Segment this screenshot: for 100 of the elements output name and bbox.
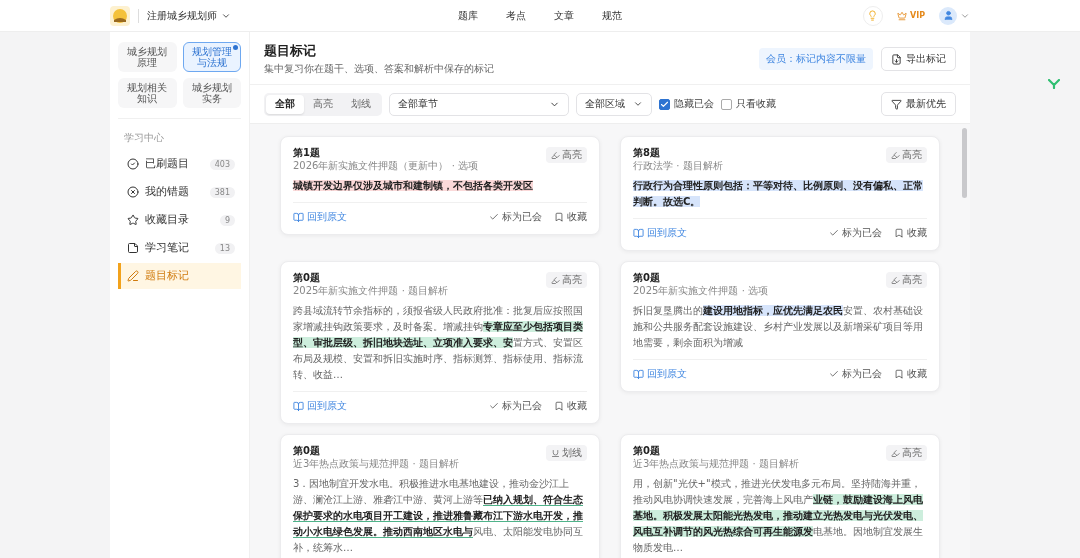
check-icon	[829, 369, 839, 379]
checkbox-label: 只看收藏	[736, 97, 776, 111]
source-link[interactable]: 回到原文	[633, 367, 687, 381]
nav-link[interactable]: 考点	[506, 8, 526, 23]
question-number: 第0题	[293, 272, 321, 284]
note-icon	[127, 242, 139, 254]
tips-button[interactable]	[862, 5, 883, 26]
nav-link[interactable]: 题库	[458, 8, 478, 23]
scrollbar[interactable]	[962, 128, 967, 198]
mark-known-button[interactable]: 标为已会	[829, 226, 882, 240]
user-icon	[942, 10, 954, 21]
sidebar-item[interactable]: 我的错题 381	[118, 179, 241, 205]
floating-icon[interactable]	[1048, 79, 1060, 89]
filter-tab[interactable]: 全部	[266, 94, 304, 114]
marked-text: 城镇开发边界仅涉及城市和建制镇，不包括各类开发区	[293, 179, 534, 193]
question-number: 第0题	[633, 445, 661, 457]
check-icon	[489, 401, 499, 411]
question-number: 第1题	[293, 147, 321, 159]
highlighter-icon	[891, 275, 900, 285]
check-icon	[489, 212, 499, 222]
favorite-button[interactable]: 收藏	[554, 399, 587, 413]
source-link[interactable]: 回到原文	[293, 399, 347, 413]
mark-type-tag: 高亮	[886, 272, 927, 288]
book-icon	[633, 227, 644, 239]
pen-icon	[127, 270, 139, 282]
sidebar-item[interactable]: 已刷题目 403	[118, 151, 241, 177]
chapter-select[interactable]: 全部章节	[389, 92, 569, 116]
filter-tab[interactable]: 高亮	[304, 94, 342, 114]
marked-text: 行政行为合理性原则包括：平等对待、比例原则、没有偏私、正常判断。故选C。	[633, 179, 924, 209]
sidebar-item[interactable]: 收藏目录 9	[118, 207, 241, 233]
mark-type-tag: 高亮	[886, 147, 927, 163]
count-badge: 9	[219, 214, 235, 226]
favorite-button[interactable]: 收藏	[894, 226, 927, 240]
mark-known-button[interactable]: 标为已会	[489, 399, 542, 413]
marked-text: 拆旧复垦腾出的建设用地指标，应优先满足农民安置、农村基础设施和公共服务配套设施建设、乡村产业发展以及新增采矿项目等用地需要，剩余面积为增减	[633, 304, 924, 350]
bookmark-icon	[554, 212, 564, 222]
checkbox-label: 隐藏已会	[674, 97, 714, 111]
question-number: 第8题	[633, 147, 661, 159]
question-source: 近3年热点政策与规范押题 · 题目解析	[293, 457, 459, 470]
bookmark-icon	[554, 401, 564, 411]
mark-known-button[interactable]: 标为已会	[829, 367, 882, 381]
marked-text: 用，创新"光伏+"模式，推进光伏发电多元布局。坚持陆海并重，推动风电协调快速发展，完善海上风电产业链，鼓励建设海上风电基地。积极发展太阳能光热发电，推动建立光热发电与光伏发电、风电互补调节的风光热综合可再生能源发电基地。因地制宜发展生物质发电…	[633, 477, 924, 555]
filter-tab[interactable]: 划线	[342, 94, 380, 114]
book-icon	[633, 368, 644, 380]
favorite-button[interactable]: 收藏	[894, 367, 927, 381]
source-link[interactable]: 回到原文	[633, 226, 687, 240]
sort-button[interactable]: 最新优先	[881, 92, 956, 116]
count-badge: 403	[209, 158, 235, 170]
filter-icon	[891, 98, 902, 110]
star-icon	[127, 214, 139, 226]
sidebar-item[interactable]: 学习笔记 13	[118, 235, 241, 261]
question-source: 2026年新实施文件押题（更新中） · 选项	[293, 159, 478, 172]
bookmark-icon	[894, 369, 904, 379]
question-source: 行政法学 · 题目解析	[633, 159, 723, 172]
checkbox[interactable]	[721, 98, 732, 110]
highlighter-icon	[551, 275, 560, 285]
favorite-button[interactable]: 收藏	[554, 210, 587, 224]
question-source: 2025年新实施文件押题 · 选项	[633, 284, 768, 297]
marked-text: 跨县域流转节余指标的，须报省级人民政府批准：批复后应按照国家增减挂钩政策要求，及时备案。增减挂钩专章应至少包括项目类型、审批层级、拆旧地块选址、立项准入要求、安置方式、安置区布局及规模、安置和拆旧实施时序、指标测算、指标使用、指标流转、收益…	[293, 304, 584, 382]
mark-type-tag: 高亮	[546, 147, 587, 163]
question-number: 第0题	[293, 445, 321, 457]
subject-button[interactable]: 规划管理与法规	[182, 42, 241, 72]
checkbox[interactable]	[659, 98, 670, 110]
member-badge: 会员：标记内容不限量	[759, 48, 873, 70]
section-title: 学习中心	[124, 131, 165, 145]
subject-button[interactable]: 城乡规划实务	[182, 78, 241, 108]
question-source: 近3年热点政策与规范押题 · 题目解析	[633, 457, 799, 470]
marked-text: 3．因地制宜开发水电。积极推进水电基地建设，推动金沙江上游、澜沧江上游、雅砻江中游、黄河上游等已纳入规划、符合生态保护要求的水电项目开工建设，推进雅鲁藏布江下游水电开发，推动小水电绿色发展。推动西南地区水电与风电、太阳能发电协同互补，统筹水…	[293, 477, 584, 555]
x-circle-icon	[127, 186, 139, 198]
mark-known-button[interactable]: 标为已会	[489, 210, 542, 224]
bookmark-icon	[894, 228, 904, 238]
subject-button[interactable]: 城乡规划原理	[118, 42, 177, 72]
nav-link[interactable]: 规范	[602, 8, 622, 23]
book-icon	[293, 211, 304, 223]
question-number: 第0题	[633, 272, 661, 284]
nav-link[interactable]: 文章	[554, 8, 574, 23]
underline-icon	[551, 448, 560, 458]
highlighter-icon	[891, 448, 900, 458]
highlighter-icon	[891, 150, 900, 160]
highlighter-icon	[551, 150, 560, 160]
subject-button[interactable]: 规划相关知识	[118, 78, 177, 108]
check-icon	[829, 228, 839, 238]
mark-type-tag: 高亮	[546, 272, 587, 288]
mark-type-tag: 高亮	[886, 445, 927, 461]
exam-selector[interactable]: 注册城乡规划师	[138, 8, 231, 23]
page-subtitle: 集中复习你在题干、选项、答案和解析中保存的标记	[264, 62, 495, 76]
count-badge: 13	[214, 242, 235, 254]
region-select[interactable]: 全部区域	[576, 92, 652, 116]
indicator-dot	[233, 45, 238, 50]
mark-type-tag: 划线	[546, 445, 587, 461]
question-source: 2025年新实施文件押题 · 题目解析	[293, 284, 448, 297]
file-download-icon	[891, 53, 902, 65]
crown-icon	[896, 10, 907, 21]
lightbulb-icon	[867, 10, 879, 21]
export-button[interactable]: 导出标记	[881, 47, 956, 71]
logo-icon	[110, 5, 130, 26]
source-link[interactable]: 回到原文	[293, 210, 347, 224]
count-badge: 381	[209, 186, 235, 198]
check-circle-icon	[127, 158, 139, 170]
account-menu[interactable]	[939, 6, 970, 25]
